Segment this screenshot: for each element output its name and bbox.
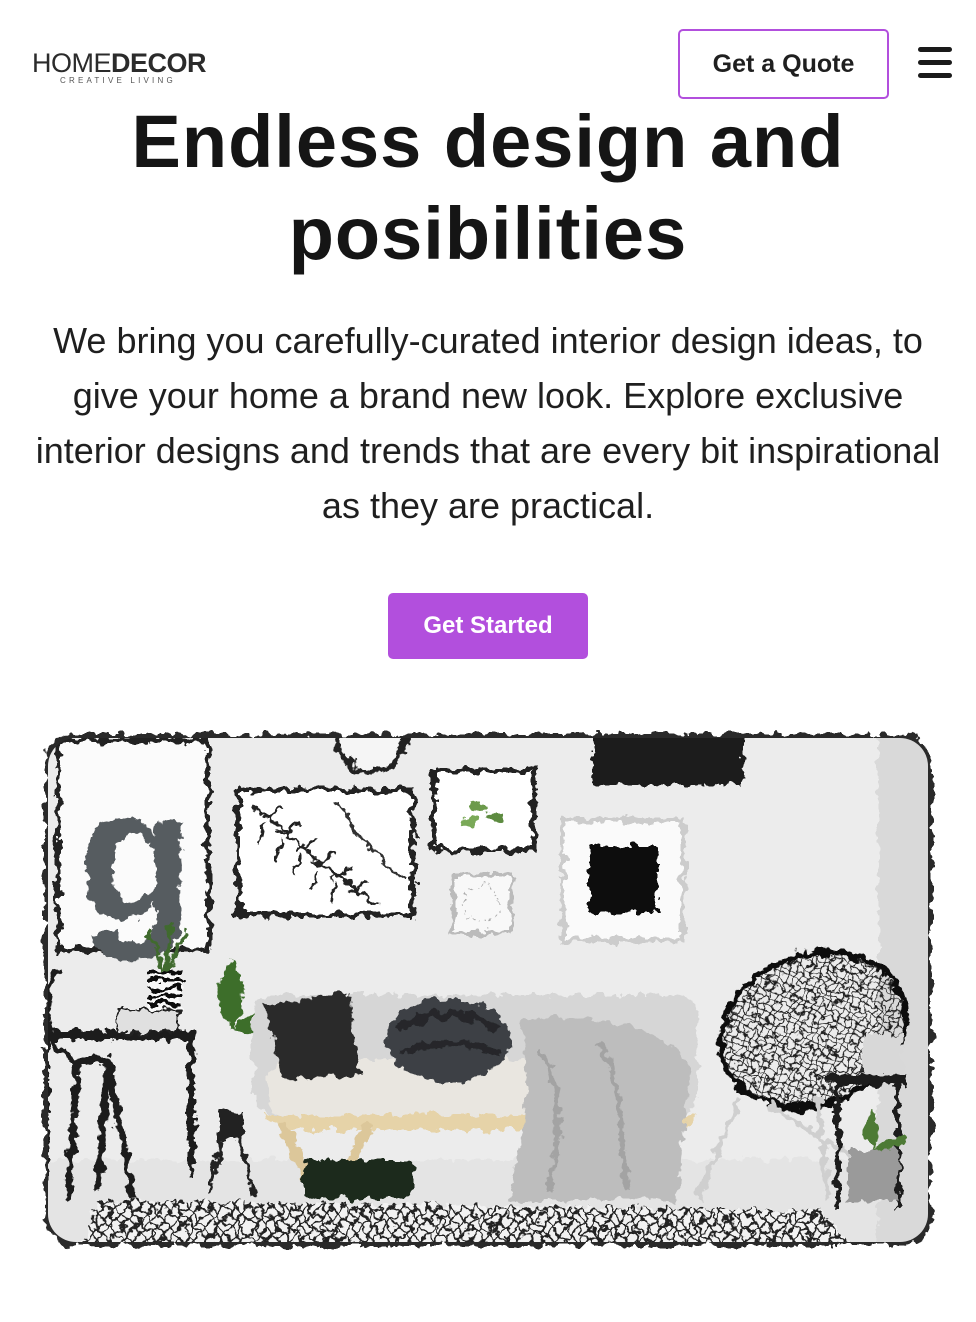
svg-text:g: g <box>78 749 194 961</box>
hamburger-menu-icon[interactable] <box>918 47 952 79</box>
logo[interactable]: HOMEDECOR CREATIVE LIVING <box>32 48 207 88</box>
logo-wordmark: HOMEDECOR <box>32 48 207 78</box>
logo-tagline: CREATIVE LIVING <box>60 76 176 85</box>
hero-description: We bring you carefully-curated interior … <box>35 320 941 526</box>
hero-title: Endless design and posibilities <box>131 100 845 275</box>
logo-home: HOME <box>32 48 112 78</box>
menu-bar <box>918 60 952 65</box>
living-room-image: g <box>38 730 938 1250</box>
menu-bar <box>918 73 952 78</box>
menu-bar <box>918 47 952 52</box>
page: HOMEDECOR CREATIVE LIVING Get a Quote En… <box>0 0 976 1322</box>
get-a-quote-button[interactable]: Get a Quote <box>678 29 889 99</box>
get-started-button[interactable]: Get Started <box>388 593 588 659</box>
logo-decor: DECOR <box>111 48 207 78</box>
